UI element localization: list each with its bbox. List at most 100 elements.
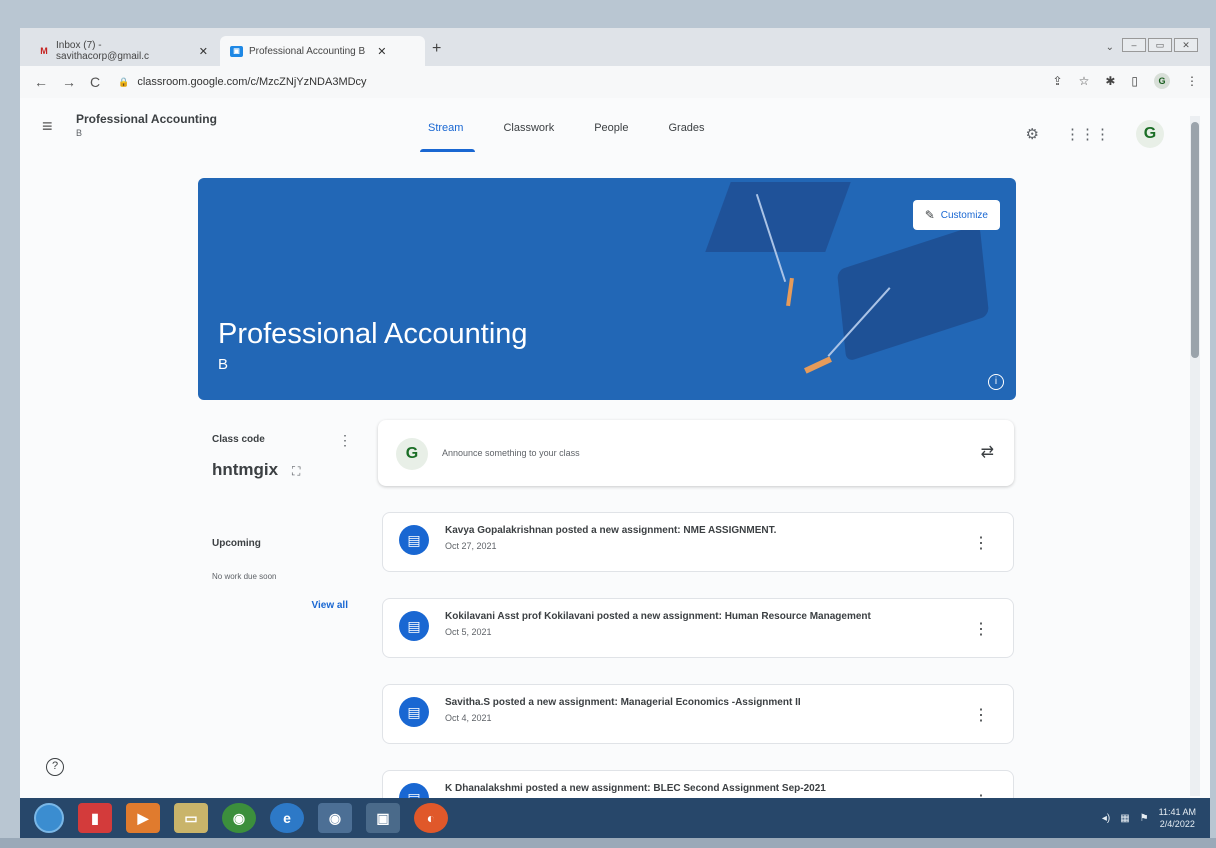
- apps-grid-icon[interactable]: ⋮⋮⋮: [1065, 125, 1110, 143]
- screen-icon[interactable]: ▣: [366, 803, 400, 833]
- flag-icon[interactable]: ⚑: [1140, 813, 1149, 824]
- stream-post[interactable]: ▤ Savitha.S posted a new assignment: Man…: [382, 684, 1014, 744]
- class-banner: Professional Accounting B ✎ Customize i: [198, 178, 1016, 400]
- more-options-icon[interactable]: ⋮: [973, 619, 989, 639]
- internet-explorer-icon[interactable]: e: [270, 803, 304, 833]
- assignment-icon: ▤: [399, 697, 429, 727]
- customize-button[interactable]: ✎ Customize: [912, 200, 1000, 230]
- chrome-icon[interactable]: ◉: [222, 803, 256, 833]
- graduation-cap-illustration: [705, 182, 851, 252]
- close-window-button[interactable]: ✕: [1174, 38, 1198, 52]
- tassel: [786, 277, 794, 307]
- stream-post[interactable]: ▤ Kavya Gopalakrishnan posted a new assi…: [382, 512, 1014, 572]
- help-icon[interactable]: ?: [46, 758, 64, 776]
- top-navigation: ≡ Professional Accounting B Stream Class…: [20, 98, 1210, 162]
- share-icon[interactable]: ⇪: [1053, 74, 1063, 88]
- view-all-link[interactable]: View all: [311, 600, 348, 611]
- tab-grades[interactable]: Grades: [668, 122, 704, 152]
- upcoming-title: Upcoming: [212, 538, 261, 549]
- tab-stream[interactable]: Stream: [419, 122, 477, 152]
- fullscreen-icon[interactable]: ⛶: [292, 464, 300, 479]
- clock-time: 11:41 AM: [1158, 807, 1196, 817]
- minimize-button[interactable]: –: [1122, 38, 1146, 52]
- maximize-button[interactable]: ▭: [1148, 38, 1172, 52]
- tab-classwork[interactable]: Classwork: [503, 122, 554, 152]
- clock-date: 2/4/2022: [1159, 819, 1195, 829]
- class-section: B: [76, 128, 83, 138]
- tab-people[interactable]: People: [594, 122, 628, 152]
- announce-placeholder[interactable]: Announce something to your class: [442, 448, 580, 458]
- repost-icon[interactable]: ⇄: [981, 442, 994, 462]
- close-tab-icon[interactable]: ✕: [377, 45, 386, 58]
- class-code-value: hntmgix: [212, 460, 279, 479]
- chrome-active-icon[interactable]: ◉: [318, 803, 352, 833]
- back-icon[interactable]: ←: [34, 74, 48, 90]
- menu-icon[interactable]: ≡: [42, 116, 53, 137]
- user-avatar: G: [396, 438, 428, 470]
- app-icon-red[interactable]: ▮: [78, 803, 112, 833]
- stream-post[interactable]: ▤ K Dhanalakshmi posted a new assignment…: [382, 770, 1014, 798]
- tab-label: Professional Accounting B: [249, 45, 366, 57]
- browser-tab-gmail[interactable]: M Inbox (7) - savithacorp@gmail.c ✕: [28, 36, 218, 66]
- forward-icon[interactable]: →: [62, 74, 76, 90]
- post-date: Oct 5, 2021: [445, 627, 492, 637]
- extensions-icon[interactable]: ✱: [1105, 74, 1115, 88]
- bookmark-star-icon[interactable]: ☆: [1079, 74, 1090, 88]
- taskbar-clock[interactable]: 11:41 AM 2/4/2022: [1159, 806, 1196, 830]
- system-tray: ◂) ▦ ⚑ 11:41 AM 2/4/2022: [1102, 806, 1196, 830]
- new-tab-button[interactable]: +: [432, 40, 441, 58]
- announce-box[interactable]: G Announce something to your class ⇄: [378, 420, 1014, 486]
- tassel: [804, 356, 832, 374]
- class-code-card: Class code ⋮ hntmgix ⛶: [198, 418, 366, 502]
- firefox-icon[interactable]: ◐: [414, 803, 448, 833]
- post-date: Oct 27, 2021: [445, 541, 497, 551]
- network-icon[interactable]: ▦: [1120, 813, 1129, 824]
- upcoming-empty-text: No work due soon: [212, 572, 277, 581]
- reload-icon[interactable]: C: [90, 74, 100, 90]
- side-panel-icon[interactable]: ▯: [1131, 74, 1138, 88]
- page-scrollbar[interactable]: [1190, 116, 1200, 796]
- assignment-icon: ▤: [399, 525, 429, 555]
- start-button[interactable]: [34, 803, 64, 833]
- graduation-cap-illustration: [836, 224, 990, 362]
- post-title[interactable]: Kavya Gopalakrishnan posted a new assign…: [445, 525, 776, 536]
- more-options-icon[interactable]: ⋮: [973, 791, 989, 798]
- windows-taskbar: ▮ ▶ ▭ ◉ e ◉ ▣ ◐ ◂) ▦ ⚑ 11:41 AM 2/4/2022: [20, 798, 1210, 838]
- media-player-icon[interactable]: ▶: [126, 803, 160, 833]
- class-tabs: Stream Classwork People Grades: [419, 122, 745, 152]
- window-controls: – ▭ ✕: [1122, 38, 1198, 52]
- banner-section: B: [218, 356, 229, 373]
- pencil-icon: ✎: [924, 208, 935, 222]
- browser-tab-strip: M Inbox (7) - savithacorp@gmail.c ✕ ▣ Pr…: [20, 28, 1210, 66]
- class-code-label: Class code: [212, 434, 265, 445]
- monitor-bezel: [0, 838, 1216, 848]
- account-avatar[interactable]: G: [1136, 120, 1164, 148]
- assignment-icon: ▤: [399, 783, 429, 798]
- url-text: classroom.google.com/c/MzcZNjYzNDA3MDcy: [137, 76, 367, 88]
- classroom-page: ≡ Professional Accounting B Stream Class…: [20, 98, 1210, 798]
- volume-icon[interactable]: ◂): [1102, 813, 1110, 824]
- settings-gear-icon[interactable]: ⚙: [1026, 125, 1039, 143]
- scrollbar-thumb[interactable]: [1191, 122, 1199, 358]
- more-options-icon[interactable]: ⋮: [338, 432, 352, 449]
- more-options-icon[interactable]: ⋮: [973, 533, 989, 553]
- banner-title: Professional Accounting: [218, 318, 528, 350]
- url-field[interactable]: 🔒 classroom.google.com/c/MzcZNjYzNDA3MDc…: [118, 76, 366, 88]
- tab-search-icon[interactable]: ⌄: [1106, 42, 1114, 53]
- browser-menu-icon[interactable]: ⋮: [1186, 74, 1198, 88]
- stream-post[interactable]: ▤ Kokilavani Asst prof Kokilavani posted…: [382, 598, 1014, 658]
- post-title[interactable]: K Dhanalakshmi posted a new assignment: …: [445, 783, 826, 794]
- close-tab-icon[interactable]: ✕: [199, 45, 208, 58]
- address-bar: ← → C 🔒 classroom.google.com/c/MzcZNjYzN…: [20, 66, 1210, 98]
- post-title[interactable]: Savitha.S posted a new assignment: Manag…: [445, 697, 801, 708]
- upcoming-card: Upcoming No work due soon View all: [198, 522, 366, 622]
- post-title[interactable]: Kokilavani Asst prof Kokilavani posted a…: [445, 611, 871, 622]
- folder-icon[interactable]: ▭: [174, 803, 208, 833]
- post-date: Oct 4, 2021: [445, 713, 492, 723]
- profile-avatar-icon[interactable]: G: [1154, 73, 1170, 89]
- info-icon[interactable]: i: [988, 374, 1004, 390]
- top-right-actions: ⚙ ⋮⋮⋮ G: [1026, 120, 1164, 148]
- class-title[interactable]: Professional Accounting: [76, 112, 217, 126]
- browser-tab-classroom[interactable]: ▣ Professional Accounting B ✕: [220, 36, 425, 66]
- more-options-icon[interactable]: ⋮: [973, 705, 989, 725]
